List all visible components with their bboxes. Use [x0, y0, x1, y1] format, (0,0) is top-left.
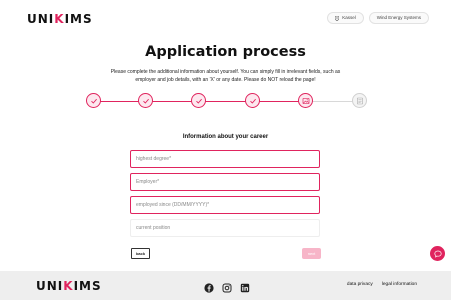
back-button[interactable]: back	[131, 248, 150, 259]
page-title: Application process	[145, 44, 306, 60]
facebook-icon[interactable]	[204, 280, 214, 293]
linkedin-icon[interactable]	[240, 280, 250, 293]
check-icon	[249, 98, 256, 104]
footer-logo[interactable]: UNIKIMS	[36, 279, 102, 293]
chat-icon	[433, 250, 442, 258]
step-4-completed	[245, 93, 260, 108]
chat-button[interactable]	[430, 246, 445, 261]
image-icon	[302, 97, 309, 104]
site-logo[interactable]: UNIKIMS	[27, 12, 93, 26]
category-tag: Wind Energy Systems	[368, 12, 429, 24]
document-icon	[356, 97, 363, 104]
footer-logo-left: UNI	[36, 279, 64, 293]
step-6-pending	[352, 93, 367, 108]
instagram-icon[interactable]	[222, 280, 232, 293]
footer-logo-right: IMS	[73, 279, 102, 293]
location-label: Kassel	[342, 15, 356, 20]
step-3-completed	[191, 93, 206, 108]
top-bar: UNIKIMS Kassel Wind Energy Systems	[0, 0, 451, 36]
check-icon	[195, 98, 202, 104]
employed-since-input[interactable]	[130, 196, 320, 214]
highest-degree-input[interactable]	[130, 150, 320, 168]
check-icon	[142, 98, 149, 104]
current-position-input[interactable]	[130, 219, 320, 237]
employer-input[interactable]	[130, 173, 320, 191]
next-button[interactable]: next	[302, 248, 321, 259]
step-1-completed	[86, 93, 101, 108]
legal-information-link[interactable]: legal information	[382, 282, 417, 287]
section-title: Information about your career	[182, 134, 269, 140]
footer-logo-bracket: K	[63, 279, 74, 293]
step-5-current	[298, 93, 313, 108]
logo-text-left: UNI	[27, 12, 55, 26]
footer-links: data privacy legal information	[347, 282, 417, 287]
logo-text-right: IMS	[64, 12, 93, 26]
social-links	[204, 280, 250, 293]
data-privacy-link[interactable]: data privacy	[347, 282, 373, 287]
check-icon	[90, 98, 97, 104]
step-2-completed	[138, 93, 153, 108]
page-subtitle: Please complete the additional informati…	[110, 69, 341, 83]
location-pin-icon	[335, 15, 340, 21]
category-label: Wind Energy Systems	[376, 15, 421, 20]
site-footer: UNIKIMS data privacy legal information	[0, 271, 451, 300]
progress-stepper	[86, 93, 367, 109]
logo-text-bracket: K	[54, 12, 65, 26]
job-tags: Kassel Wind Energy Systems	[327, 12, 429, 24]
location-tag: Kassel	[327, 12, 364, 24]
